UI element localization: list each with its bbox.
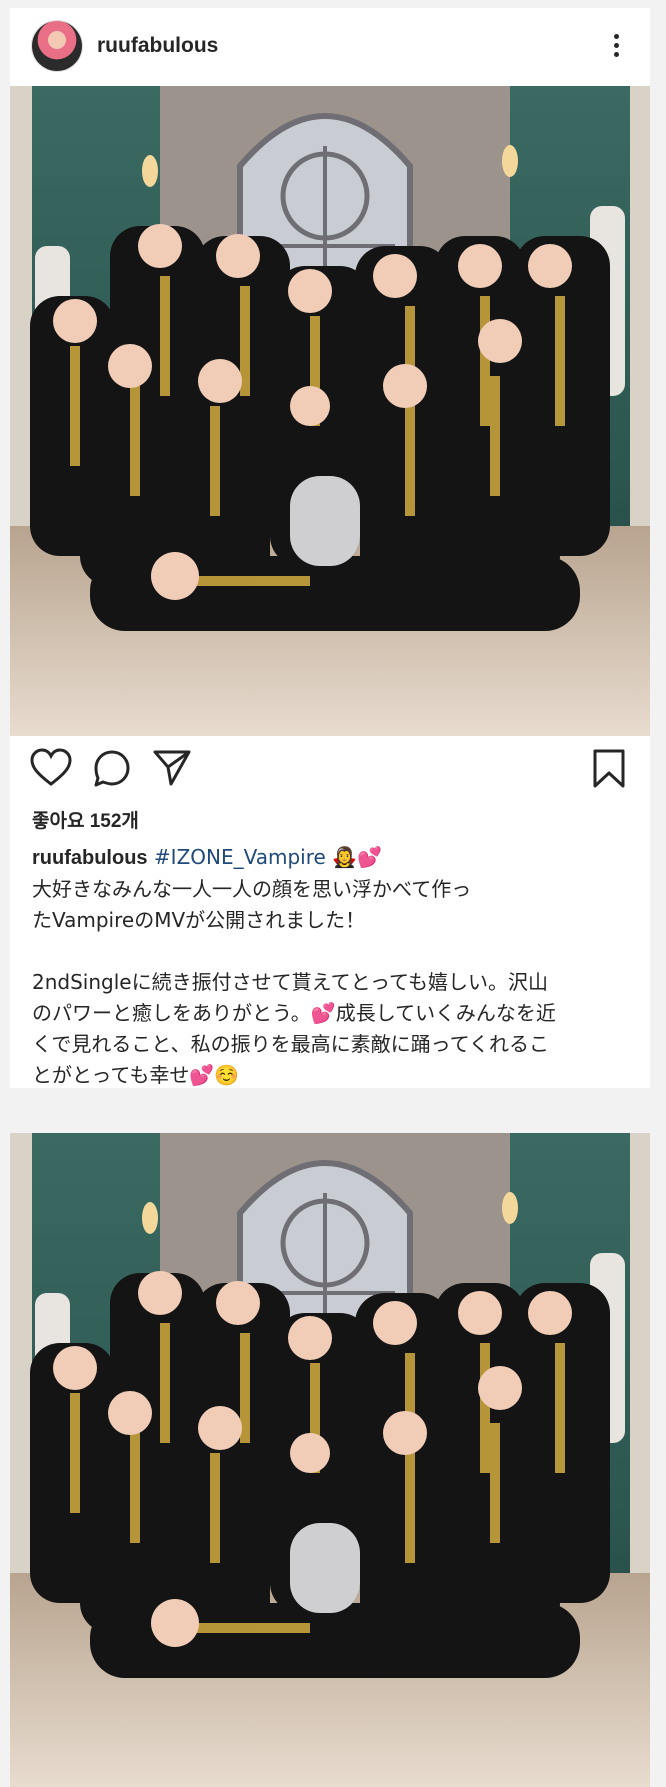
post-card: ruufabulous 좋아요 152개 ruufabulous #IZONE_…: [10, 8, 650, 1088]
post-username[interactable]: ruufabulous: [97, 34, 218, 58]
post-caption: ruufabulous #IZONE_Vampire 🧛‍♀️💕 大好きなみんな…: [32, 842, 632, 1091]
caption-line: のパワーと癒しをありがとう。💕成長していくみんなを近: [32, 1001, 556, 1025]
likes-count[interactable]: 좋아요 152개: [32, 806, 139, 833]
more-options-icon[interactable]: [604, 30, 628, 64]
heart-icon[interactable]: [30, 748, 72, 788]
hashtag-link[interactable]: #IZONE_Vampire: [154, 845, 326, 869]
caption-paragraph-gap: [32, 936, 632, 967]
comment-icon[interactable]: [92, 748, 132, 788]
caption-username[interactable]: ruufabulous: [32, 847, 148, 869]
caption-line: 2ndSingleに続き振付させて貰えてとっても嬉しい。沢山: [32, 970, 548, 994]
avatar[interactable]: [32, 21, 82, 71]
caption-emoji: 🧛‍♀️💕: [332, 845, 382, 869]
caption-line: たVampireのMVが公開されました！: [32, 908, 366, 932]
post-header: ruufabulous: [10, 8, 650, 86]
post-card: [10, 1133, 650, 1787]
post-actions: [10, 742, 650, 802]
caption-line: 大好きなみんな一人一人の顔を思い浮かべて作っ: [32, 877, 472, 901]
caption-line: くで見れること、私の振りを最高に素敵に踊ってくれるこ: [32, 1032, 549, 1056]
share-icon[interactable]: [152, 748, 192, 788]
post-photo[interactable]: [10, 86, 650, 736]
post-photo[interactable]: [10, 1133, 650, 1787]
caption-line: とがとっても幸せ💕☺️: [32, 1063, 240, 1087]
bookmark-icon[interactable]: [591, 748, 627, 790]
